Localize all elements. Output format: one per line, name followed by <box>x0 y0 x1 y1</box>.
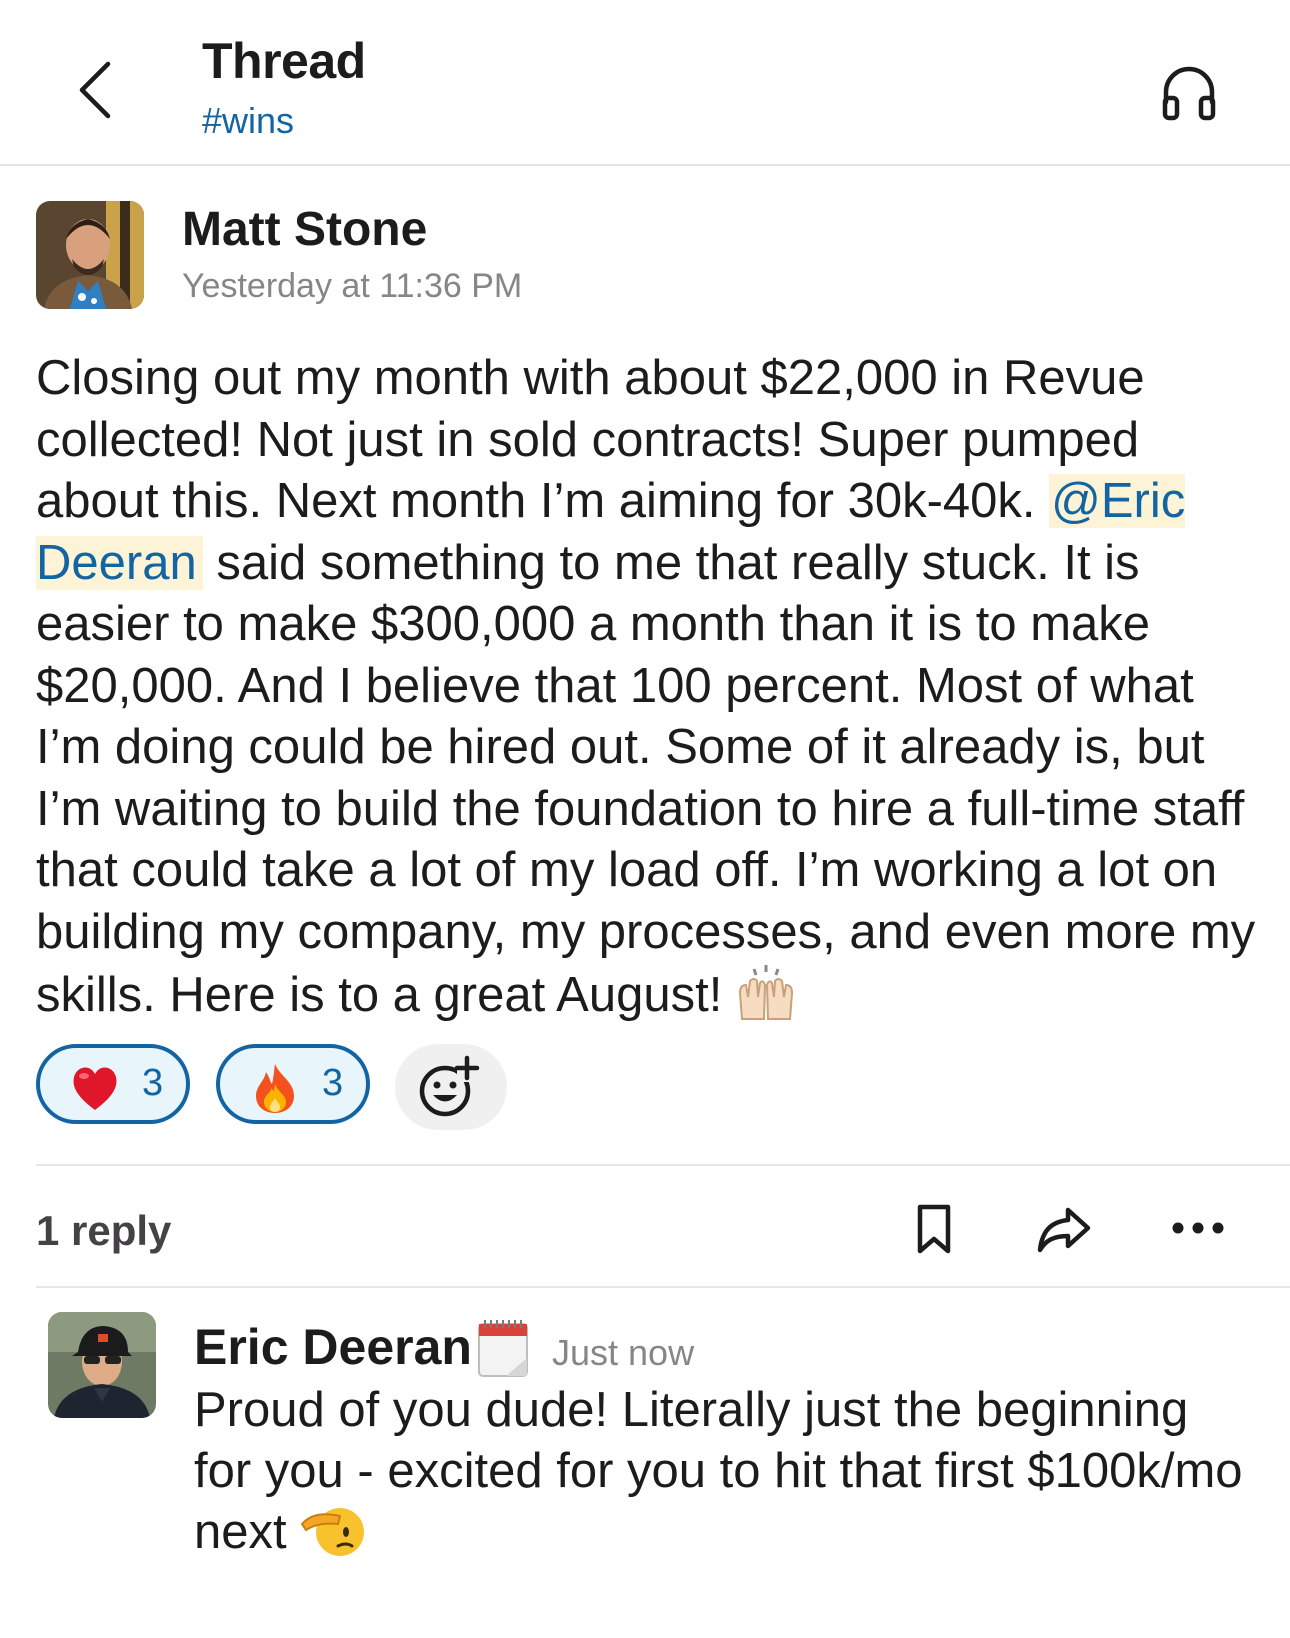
more-options-icon[interactable] <box>1168 1218 1228 1238</box>
reply-timestamp: Just now <box>552 1332 695 1373</box>
headphones-icon[interactable] <box>1160 62 1218 122</box>
reply-count: 1 reply <box>36 1207 172 1254</box>
message-text: Closing out my month with about $22,000 … <box>36 351 1145 528</box>
reply-message: Proud of you dude! Literally just the be… <box>194 1380 1254 1563</box>
back-chevron-icon[interactable] <box>72 58 120 122</box>
divider <box>36 1286 1290 1288</box>
avatar-matt-stone[interactable] <box>36 201 144 309</box>
avatar-eric-deeran[interactable] <box>48 1312 156 1418</box>
bookmark-icon[interactable] <box>914 1203 954 1255</box>
saluting-face-icon <box>300 1508 365 1556</box>
page-title: Thread <box>202 33 366 89</box>
reaction-heart-button[interactable]: 3 <box>36 1044 190 1124</box>
add-emoji-icon <box>419 1055 480 1117</box>
share-forward-icon[interactable] <box>1036 1204 1092 1254</box>
thread-header: Thread #wins <box>0 0 1290 166</box>
fire-icon <box>256 1064 294 1113</box>
post-timestamp: Yesterday at 11:36 PM <box>182 267 523 305</box>
channel-link[interactable]: #wins <box>202 100 294 142</box>
divider <box>36 1164 1290 1166</box>
reaction-fire-button[interactable]: 3 <box>216 1044 370 1124</box>
reply-author[interactable]: Eric Deeran <box>194 1318 472 1376</box>
post-author[interactable]: Matt Stone <box>182 202 427 257</box>
add-reaction-button[interactable] <box>395 1044 507 1130</box>
raising-hands-icon <box>738 965 793 1020</box>
calendar-icon <box>478 1320 528 1377</box>
reaction-count: 3 <box>322 1062 344 1104</box>
red-heart-icon <box>73 1067 117 1110</box>
post-message: Closing out my month with about $22,000 … <box>36 348 1256 1027</box>
message-text-continued: said something to me that really stuck. … <box>36 535 1256 1023</box>
reaction-count: 3 <box>142 1062 164 1104</box>
